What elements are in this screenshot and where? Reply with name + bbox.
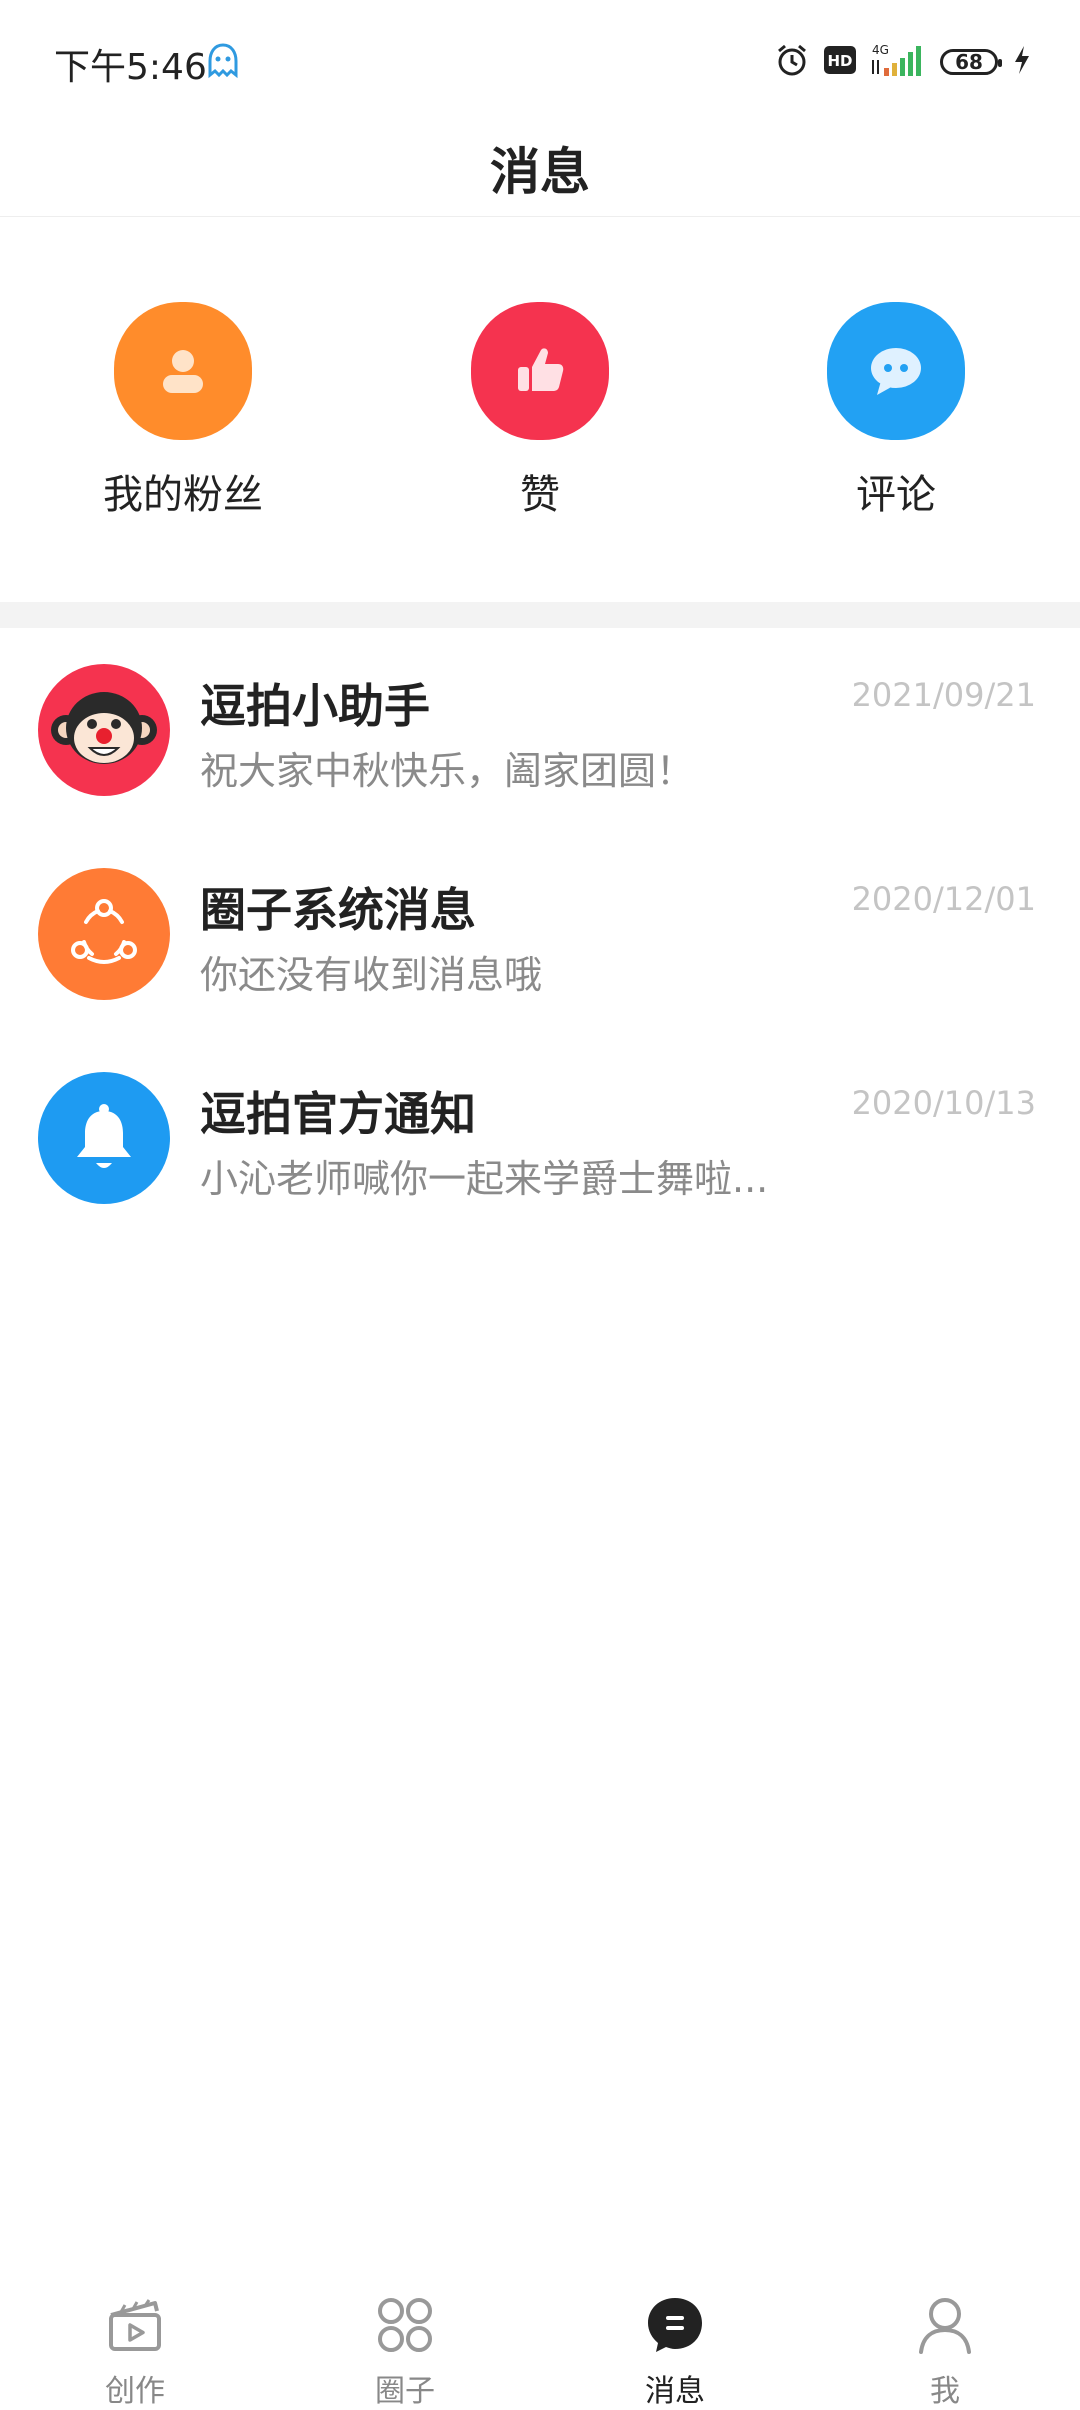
nav-circle-label: 圈子 [375,2374,435,2409]
quick-entries: 我的粉丝 赞 评论 [0,216,1080,602]
clapperboard-icon [100,2290,170,2360]
nav-create-label: 创作 [105,2374,165,2409]
fans-label: 我的粉丝 [103,472,263,518]
four-circles-icon [370,2290,440,2360]
list-item[interactable]: 逗拍小助手 祝大家中秋快乐，阖家团圆！ 2021/09/21 [0,628,1080,832]
status-time: 下午5:46 [54,47,207,88]
message-preview: 祝大家中秋快乐，阖家团圆！ [200,749,695,793]
hd-icon: HD [824,46,856,78]
nav-me-label: 我 [930,2374,960,2409]
page-title: 消息 [490,143,590,201]
bell-icon [38,1072,170,1204]
likes-label: 赞 [520,472,560,518]
title-bar: 消息 [0,120,1080,217]
ghost-notification-icon [206,42,240,82]
battery-level: 68 [955,50,983,74]
alarm-icon [774,42,810,82]
list-item[interactable]: 逗拍官方通知 小沁老师喊你一起来学爵士舞啦... 2020/10/13 [0,1036,1080,1240]
message-preview: 小沁老师喊你一起来学爵士舞啦... [200,1157,769,1201]
message-title: 圈子系统消息 [200,883,476,937]
message-date: 2020/12/01 [851,880,1036,918]
comments-entry[interactable]: 评论 [776,302,1016,520]
charging-icon [1012,44,1032,80]
signal-4g-icon: 4G [870,42,926,82]
user-icon [114,302,252,440]
nav-create[interactable]: 创作 [55,2290,215,2410]
thumbs-up-icon [471,302,609,440]
nav-messages-label: 消息 [645,2374,705,2409]
circle-network-icon [38,868,170,1000]
status-bar: 下午5:46 HD 4G 68 [0,0,1080,120]
section-divider [0,602,1080,628]
list-item[interactable]: 圈子系统消息 你还没有收到消息哦 2020/12/01 [0,832,1080,1036]
svg-text:4G: 4G [872,43,889,57]
nav-circle[interactable]: 圈子 [325,2290,485,2410]
nav-messages[interactable]: 消息 [595,2290,755,2410]
bottom-nav: 创作 圈子 消息 我 [0,2260,1080,2409]
message-date: 2020/10/13 [851,1084,1036,1122]
svg-text:HD: HD [827,52,852,70]
person-icon [910,2290,980,2360]
fans-entry[interactable]: 我的粉丝 [63,302,303,520]
monkey-avatar-icon [38,664,170,796]
battery-icon: 68 [940,49,1002,75]
likes-entry[interactable]: 赞 [420,302,660,520]
message-title: 逗拍小助手 [200,679,430,733]
message-date: 2021/09/21 [851,676,1036,714]
comment-bubble-icon [827,302,965,440]
comments-label: 评论 [856,472,936,518]
message-bubble-icon [640,2290,710,2360]
nav-me[interactable]: 我 [865,2290,1025,2410]
message-preview: 你还没有收到消息哦 [200,953,543,997]
message-title: 逗拍官方通知 [200,1087,476,1141]
